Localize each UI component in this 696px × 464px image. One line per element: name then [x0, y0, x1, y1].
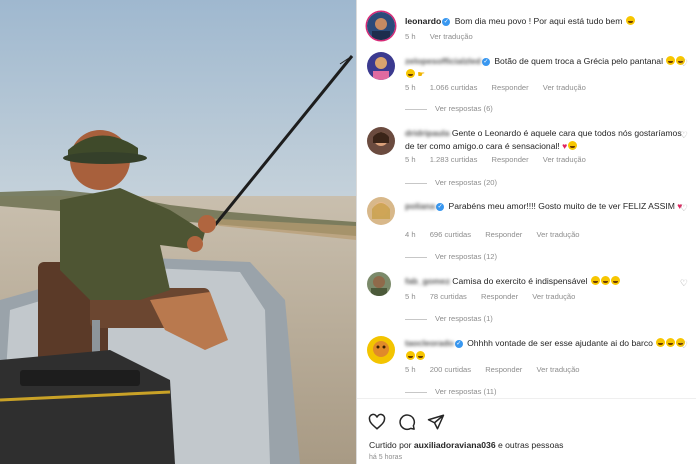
view-replies-button[interactable]: Ver respostas (11) — [405, 387, 496, 396]
comment-time: 5 h — [405, 155, 416, 164]
like-comment-heart-icon[interactable]: ♡ — [680, 203, 688, 214]
likes-count[interactable]: 1.066 curtidas — [430, 83, 478, 92]
username[interactable]: taocleorado — [405, 338, 454, 348]
comment-time: 5 h — [405, 292, 416, 301]
laughing-emoji — [600, 276, 610, 285]
username[interactable]: poliana — [405, 201, 435, 211]
caption-time: 5 h — [405, 32, 416, 41]
verified-icon: ✓ — [442, 17, 451, 26]
laughing-emoji — [568, 140, 578, 150]
comment-text: Ohhhh vontade de ser esse ajudante ai do… — [467, 338, 653, 348]
avatar[interactable] — [367, 127, 395, 155]
likes-count[interactable]: 1.283 curtidas — [430, 155, 478, 164]
heart-icon[interactable] — [368, 413, 386, 431]
translate-link[interactable]: Ver tradução — [536, 230, 579, 239]
liked-by: Curtido por auxiliadoraviana036 e outras… — [369, 440, 563, 450]
laughing-emoji — [610, 276, 620, 285]
username[interactable]: leonardo — [405, 16, 441, 26]
comment-time: 5 h — [405, 83, 416, 92]
liked-by-user[interactable]: auxiliadoraviana036 — [414, 440, 496, 450]
reply-button[interactable]: Responder — [485, 365, 522, 374]
translate-link[interactable]: Ver tradução — [536, 365, 579, 374]
likes-count[interactable]: 200 curtidas — [430, 365, 471, 374]
comment-text: Camisa do exercito é indispensável — [452, 276, 588, 286]
pointing-hand-emoji: ☛ — [417, 68, 426, 79]
avatar[interactable] — [367, 12, 395, 40]
comment-icon[interactable] — [398, 413, 416, 431]
sunglasses-emoji — [625, 16, 635, 25]
comment-time: 4 h — [405, 230, 416, 239]
liked-by-prefix: Curtido por — [369, 440, 412, 450]
caption-text: Bom dia meu povo ! Por aqui está tudo be… — [454, 16, 623, 26]
verified-icon: ✓ — [481, 57, 490, 66]
reply-button[interactable]: Responder — [481, 292, 518, 301]
likes-count[interactable]: 78 curtidas — [430, 292, 467, 301]
like-comment-heart-icon[interactable]: ♡ — [680, 58, 688, 69]
share-icon[interactable] — [427, 413, 445, 431]
translate-link[interactable]: Ver tradução — [543, 155, 586, 164]
laughing-emoji — [666, 338, 676, 347]
likes-count[interactable]: 696 curtidas — [430, 230, 471, 239]
comments-panel: leonardo ✓ Bom dia meu povo ! Por aqui es… — [357, 0, 696, 464]
translate-link[interactable]: Ver tradução — [532, 292, 575, 301]
laughing-emoji — [406, 68, 415, 78]
laughing-emoji — [666, 56, 676, 65]
view-replies-button[interactable]: Ver respostas (20) — [405, 178, 497, 187]
like-comment-heart-icon[interactable]: ♡ — [680, 340, 688, 351]
verified-icon: ✓ — [436, 202, 445, 211]
avatar[interactable] — [367, 336, 395, 364]
view-replies-button[interactable]: Ver respostas (12) — [405, 252, 497, 261]
view-replies-button[interactable]: Ver respostas (1) — [405, 314, 493, 323]
like-comment-heart-icon[interactable]: ♡ — [680, 278, 688, 289]
translate-link[interactable]: Ver tradução — [430, 32, 473, 41]
post-photo — [0, 0, 356, 464]
heart-emoji: ♥ — [562, 140, 568, 151]
avatar[interactable] — [367, 272, 391, 296]
reply-button[interactable]: Responder — [485, 230, 522, 239]
post-timestamp: há 5 horas — [369, 454, 403, 461]
username[interactable]: dridripaula — [405, 128, 449, 138]
like-comment-heart-icon[interactable]: ♡ — [680, 130, 688, 141]
footer-divider — [357, 398, 696, 399]
comment-text: Parabéns meu amor!!!! Gosto muito de te … — [448, 201, 675, 211]
reply-button[interactable]: Responder — [492, 155, 529, 164]
liked-by-suffix[interactable]: e outras pessoas — [498, 440, 563, 450]
translate-link[interactable]: Ver tradução — [543, 83, 586, 92]
username[interactable]: fab_gomez — [405, 276, 450, 286]
reply-button[interactable]: Responder — [492, 83, 529, 92]
laughing-emoji — [656, 338, 666, 347]
verified-icon: ✓ — [454, 339, 463, 348]
comment-text: Botão de quem troca a Grécia pelo pantan… — [494, 56, 663, 66]
view-replies-button[interactable]: Ver respostas (6) — [405, 104, 493, 113]
avatar[interactable] — [367, 52, 395, 80]
comment-time: 5 h — [405, 365, 416, 374]
laughing-emoji — [590, 276, 600, 285]
laughing-emoji — [406, 350, 415, 360]
username[interactable]: zelopesofficialzled — [405, 56, 481, 66]
laughing-emoji — [416, 350, 425, 360]
avatar[interactable] — [367, 197, 395, 225]
